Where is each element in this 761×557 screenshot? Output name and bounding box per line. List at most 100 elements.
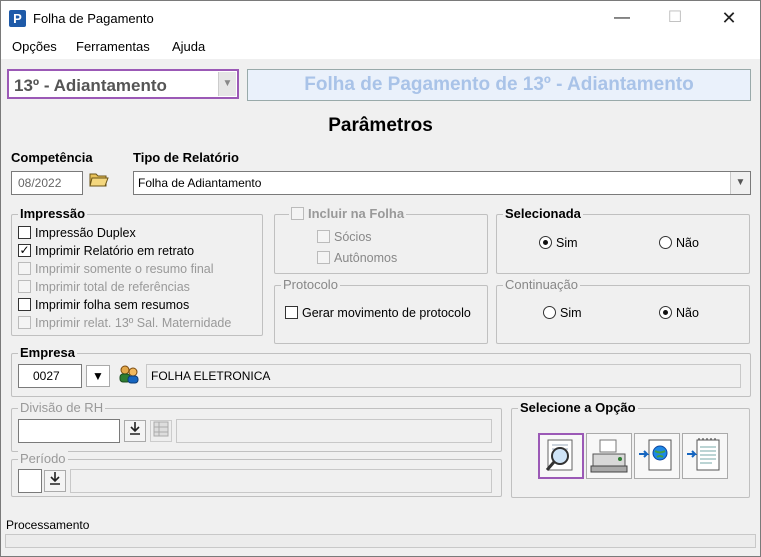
competencia-label: Competência <box>11 150 93 165</box>
status-label: Processamento <box>6 518 90 532</box>
checkbox-checked[interactable]: ✓ <box>18 244 31 258</box>
menu-opcoes[interactable]: Opções <box>12 39 57 54</box>
selecionada-group: Selecionada Sim Não <box>496 206 750 274</box>
folder-open-icon[interactable] <box>87 170 111 194</box>
periodo-name-field <box>70 469 492 493</box>
competencia-field[interactable]: 08/2022 <box>11 171 83 195</box>
chk-retrato[interactable]: ✓ Imprimir Relatório em retrato <box>18 244 194 260</box>
notepad-icon <box>687 438 720 471</box>
checkbox <box>18 280 31 294</box>
tipo-relatorio-label: Tipo de Relatório <box>133 150 239 165</box>
page-banner: Folha de Pagamento de 13º - Adiantamento <box>247 69 751 101</box>
protocolo-group: Protocolo Gerar movimento de protocolo <box>274 277 488 344</box>
checkbox <box>18 262 31 276</box>
selecionada-title: Selecionada <box>503 206 583 221</box>
radio-selecionada-nao[interactable]: Não <box>659 236 699 250</box>
radio-continuacao-nao[interactable]: Não <box>659 306 699 320</box>
chk-total-referencias: Imprimir total de referências <box>18 280 190 296</box>
incluir-label: Incluir na Folha <box>308 206 405 221</box>
empresa-dropdown-button[interactable]: ▼ <box>86 365 110 387</box>
checkbox[interactable] <box>18 298 31 312</box>
opcao-title: Selecione a Opção <box>518 400 638 415</box>
divisao-name-field <box>176 419 492 443</box>
empresa-code: 0027 <box>33 369 60 383</box>
title-bar: P Folha de Pagamento — ☐ ✕ <box>1 1 760 35</box>
radio-continuacao-sim[interactable]: Sim <box>543 306 582 320</box>
progress-bar <box>5 534 756 548</box>
checkbox <box>18 316 31 330</box>
periodo-field[interactable] <box>18 469 42 493</box>
chk-maternidade: Imprimir relat. 13º Sal. Maternidade <box>18 316 231 332</box>
download-arrow-icon[interactable] <box>44 470 66 492</box>
empresa-title: Empresa <box>18 345 77 360</box>
content-area: 13º - Adiantamento ▼ Folha de Pagamento … <box>1 59 760 556</box>
tipo-relatorio-value: Folha de Adiantamento <box>138 176 262 190</box>
maximize-button[interactable]: ☐ <box>652 1 698 35</box>
incluir-group: Incluir na Folha Sócios Autônomos <box>274 206 488 274</box>
radio-button[interactable] <box>539 236 552 250</box>
globe-document-icon <box>639 439 672 471</box>
radio-label: Sim <box>556 236 578 250</box>
chk-label: Imprimir folha sem resumos <box>35 298 190 312</box>
radio-button[interactable] <box>543 306 556 320</box>
printer-icon <box>590 439 628 473</box>
chk-duplex[interactable]: Impressão Duplex <box>18 226 136 242</box>
app-logo-icon: P <box>9 10 26 27</box>
print-button[interactable] <box>586 433 632 479</box>
menu-bar: Opções Ferramentas Ajuda <box>1 35 760 59</box>
chk-socios: Sócios <box>317 230 372 246</box>
chk-sem-resumos[interactable]: Imprimir folha sem resumos <box>18 298 189 314</box>
chk-label: Imprimir relat. 13º Sal. Maternidade <box>35 316 232 330</box>
chevron-down-icon[interactable]: ▼ <box>218 72 236 96</box>
periodo-group: Período <box>11 451 502 497</box>
periodo-title: Período <box>18 451 68 466</box>
divisao-code-field[interactable] <box>18 419 120 443</box>
continuacao-group: Continuação Sim Não <box>496 277 750 344</box>
minimize-button[interactable]: — <box>599 1 645 35</box>
checkbox <box>291 207 304 221</box>
chk-label: Gerar movimento de protocolo <box>302 306 471 320</box>
divisao-group: Divisão de RH <box>11 400 502 452</box>
params-title: Parâmetros <box>328 115 433 136</box>
impressao-group: Impressão Impressão Duplex ✓ Imprimir Rel… <box>11 206 263 336</box>
chk-gerar-protocolo[interactable]: Gerar movimento de protocolo <box>285 306 471 322</box>
chk-label: Autônomos <box>334 251 398 265</box>
opcao-group: Selecione a Opção <box>511 400 750 498</box>
chk-label: Imprimir total de referências <box>35 280 190 294</box>
menu-ferramentas[interactable]: Ferramentas <box>76 39 150 54</box>
protocolo-title: Protocolo <box>281 277 340 292</box>
chk-label: Imprimir somente o resumo final <box>35 262 214 276</box>
empresa-name: FOLHA ELETRONICA <box>151 369 271 383</box>
competencia-value: 08/2022 <box>18 176 62 190</box>
chk-resumo-final: Imprimir somente o resumo final <box>18 262 214 278</box>
continuacao-title: Continuação <box>503 277 580 292</box>
checkbox[interactable] <box>18 226 31 240</box>
preview-button[interactable] <box>538 433 584 479</box>
window-title: Folha de Pagamento <box>33 11 154 26</box>
radio-label: Sim <box>560 306 582 320</box>
chevron-down-icon[interactable]: ▼ <box>730 172 750 194</box>
magnifier-icon <box>545 439 573 471</box>
chk-label: Sócios <box>334 230 372 244</box>
payroll-type-value: 13º - Adiantamento <box>14 76 167 95</box>
impressao-title: Impressão <box>18 206 88 221</box>
radio-selecionada-sim[interactable]: Sim <box>539 236 578 250</box>
empresa-code-field[interactable]: 0027 <box>18 364 82 388</box>
tipo-relatorio-select[interactable]: Folha de Adiantamento ▼ <box>133 171 751 195</box>
chk-label: Imprimir Relatório em retrato <box>35 244 195 258</box>
radio-button[interactable] <box>659 236 672 250</box>
incluir-title: Incluir na Folha <box>289 206 407 222</box>
chk-autonomos: Autônomos <box>317 251 397 267</box>
empresa-name-field: FOLHA ELETRONICA <box>146 364 741 388</box>
radio-label: Não <box>676 236 699 250</box>
table-icon <box>150 420 172 442</box>
menu-ajuda[interactable]: Ajuda <box>172 39 205 54</box>
checkbox[interactable] <box>285 306 298 320</box>
payroll-type-select[interactable]: 13º - Adiantamento ▼ <box>7 69 239 99</box>
radio-button[interactable] <box>659 306 672 320</box>
export-web-button[interactable] <box>634 433 680 479</box>
export-document-button[interactable] <box>682 433 728 479</box>
users-icon[interactable] <box>117 364 141 386</box>
close-button[interactable]: ✕ <box>706 1 752 35</box>
download-arrow-icon[interactable] <box>124 420 146 442</box>
